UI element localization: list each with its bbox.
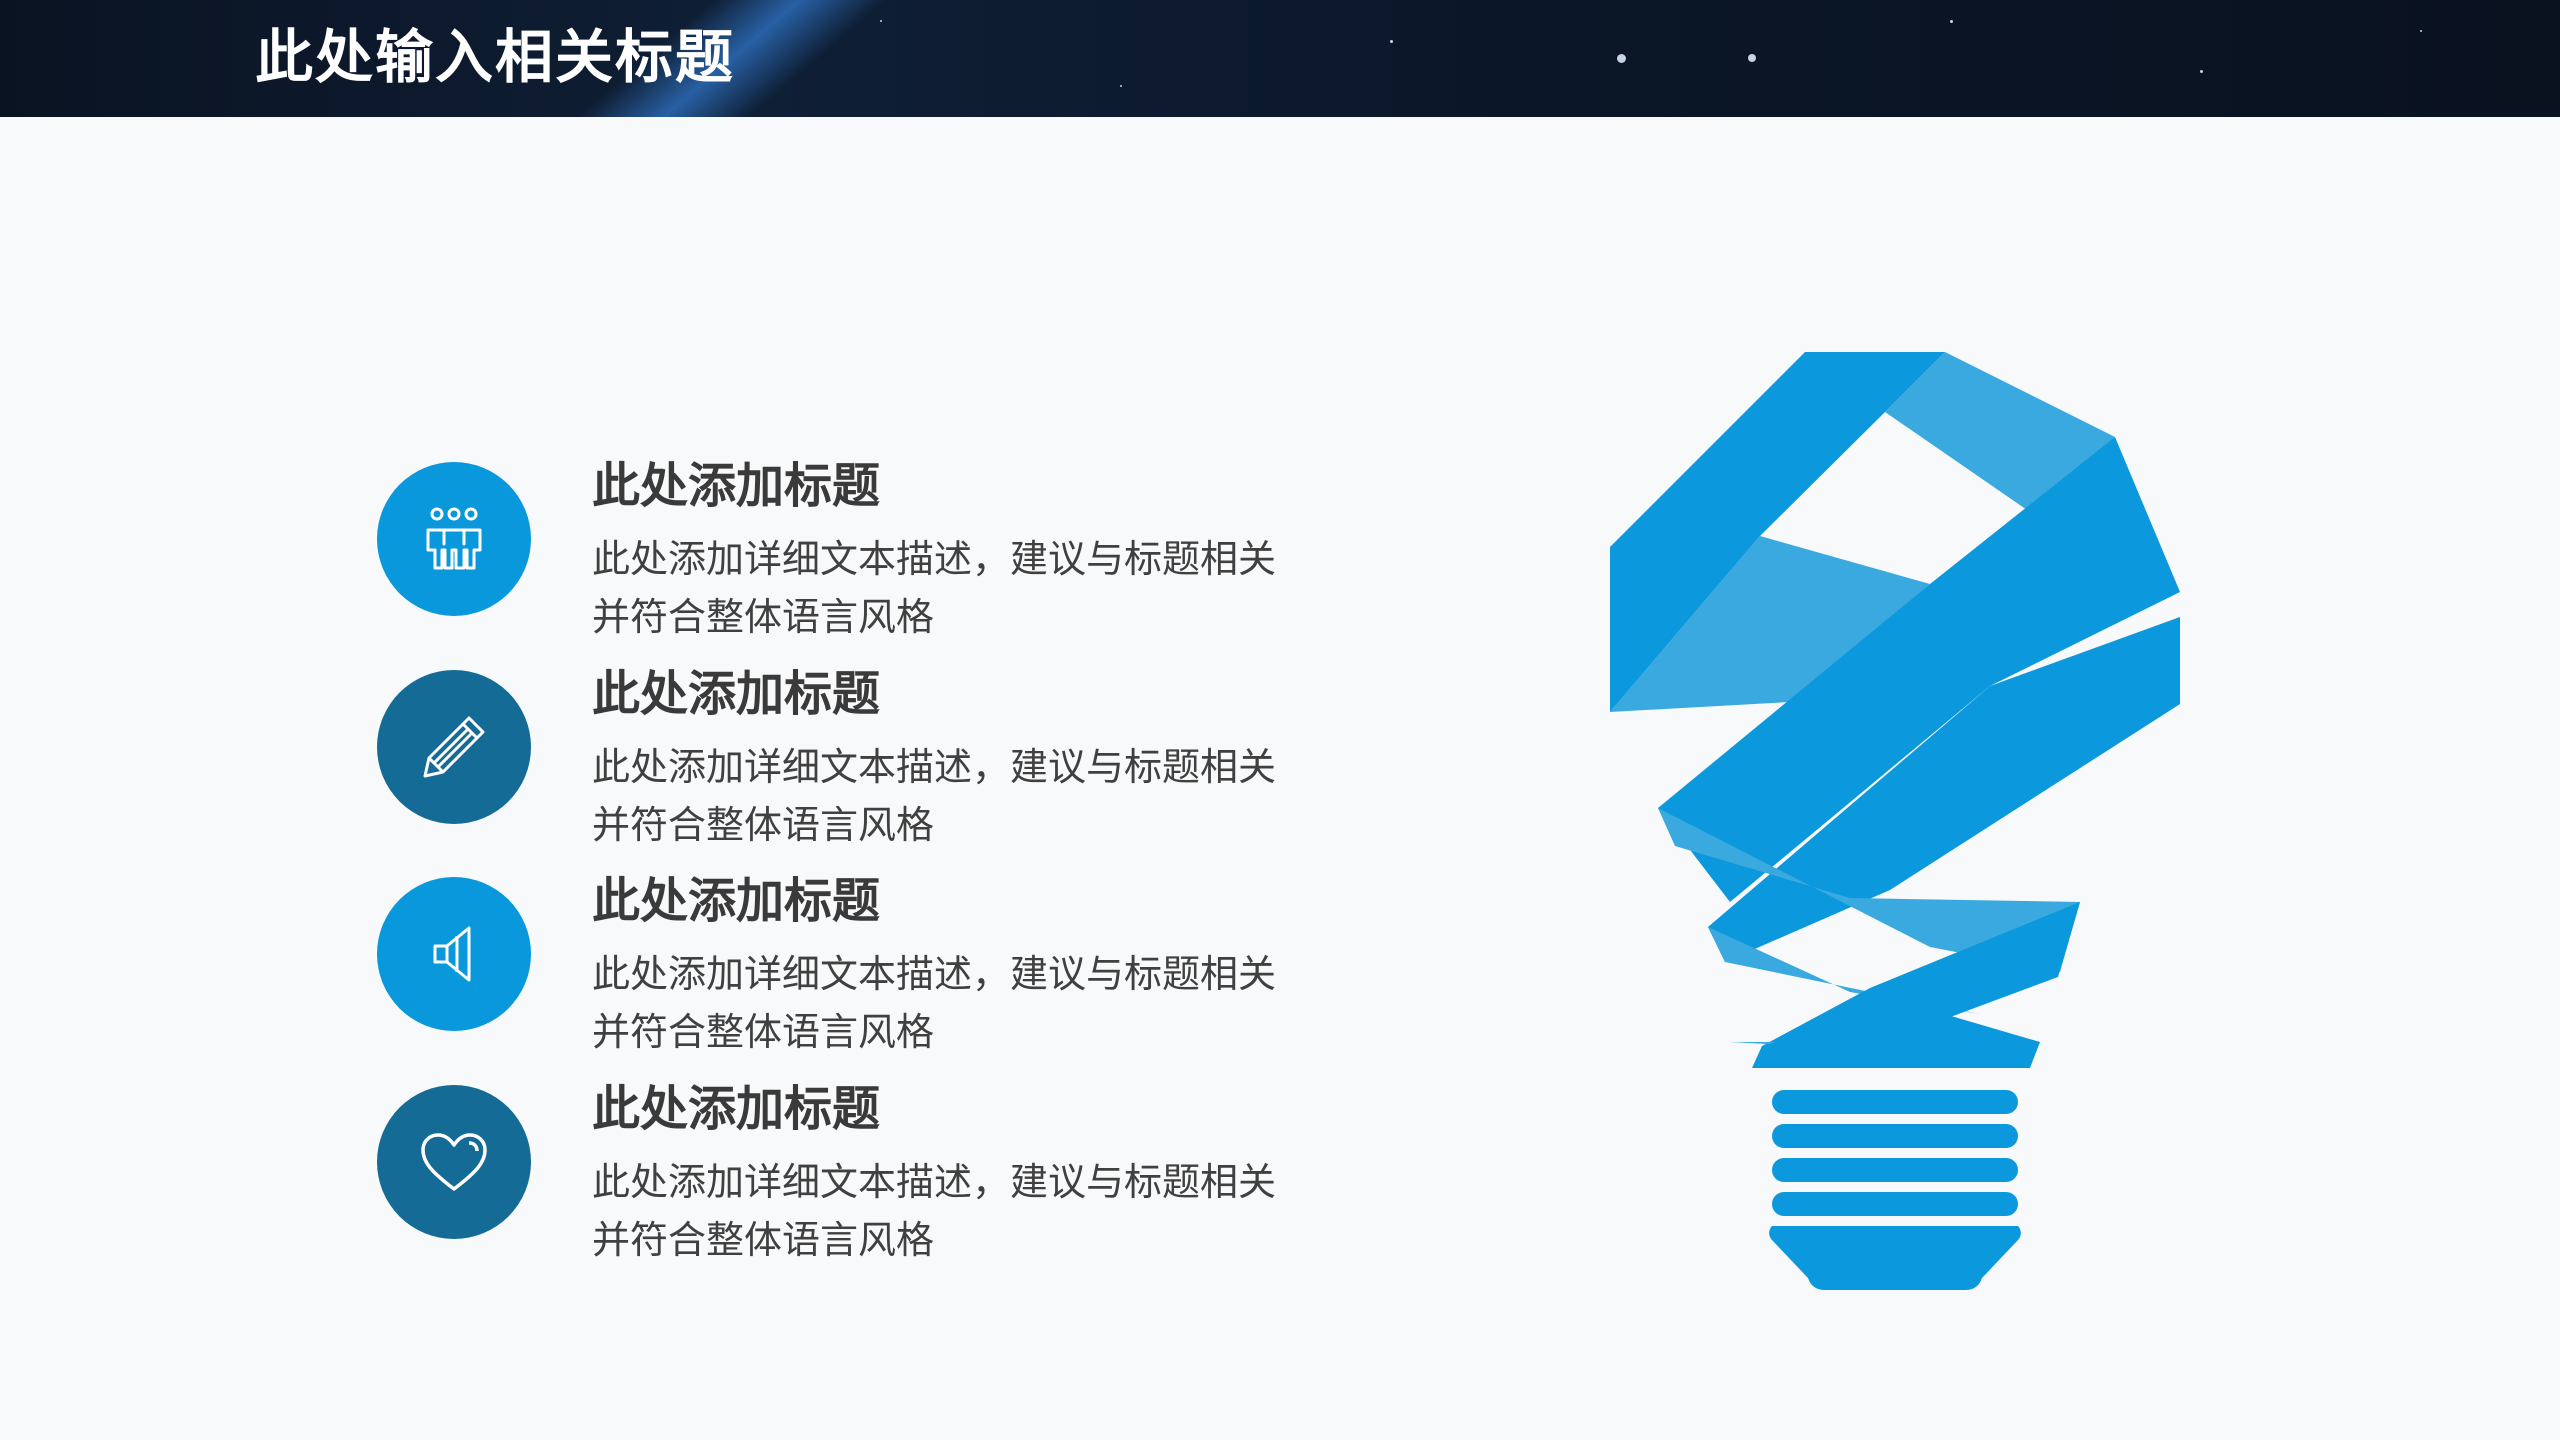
bulb-base-ring bbox=[1772, 1158, 2018, 1182]
icon-circle bbox=[377, 877, 531, 1031]
star-decoration bbox=[2420, 30, 2422, 32]
item-title: 此处添加标题 bbox=[592, 873, 881, 929]
list-item: 此处添加标题 此处添加详细文本描述，建议与标题相关并符合整体语言风格 bbox=[377, 873, 1377, 1077]
bulb-base-ring bbox=[1772, 1090, 2018, 1114]
star-decoration bbox=[1390, 40, 1393, 43]
star-decoration bbox=[880, 20, 882, 22]
item-title: 此处添加标题 bbox=[592, 666, 881, 722]
lightbulb-illustration bbox=[1610, 352, 2180, 1290]
star-decoration bbox=[1748, 54, 1756, 62]
list-item: 此处添加标题 此处添加详细文本描述，建议与标题相关并符合整体语言风格 bbox=[377, 1081, 1377, 1285]
icon-circle bbox=[377, 670, 531, 824]
item-description: 此处添加详细文本描述，建议与标题相关并符合整体语言风格 bbox=[592, 952, 1277, 1054]
item-description: 此处添加详细文本描述，建议与标题相关并符合整体语言风格 bbox=[592, 1160, 1277, 1262]
icon-circle bbox=[377, 462, 531, 616]
item-title: 此处添加标题 bbox=[592, 458, 881, 514]
star-decoration bbox=[1950, 20, 1953, 23]
speaker-icon bbox=[433, 926, 471, 982]
bulb-base-ring bbox=[1772, 1192, 2018, 1216]
pencil-icon bbox=[423, 716, 485, 778]
list-item: 此处添加标题 此处添加详细文本描述，建议与标题相关并符合整体语言风格 bbox=[377, 666, 1377, 870]
page-title: 此处输入相关标题 bbox=[255, 23, 736, 91]
item-description: 此处添加详细文本描述，建议与标题相关并符合整体语言风格 bbox=[592, 745, 1277, 847]
star-decoration bbox=[1120, 85, 1122, 87]
list-item: 此处添加标题 此处添加详细文本描述，建议与标题相关并符合整体语言风格 bbox=[377, 458, 1377, 662]
item-description: 此处添加详细文本描述，建议与标题相关并符合整体语言风格 bbox=[592, 537, 1277, 639]
heart-icon bbox=[421, 1133, 487, 1191]
slide: 此处输入相关标题 此处添加标题 此处添加详细文本描述，建议与标题相关并符合整体语… bbox=[0, 0, 2560, 1440]
star-decoration bbox=[1617, 54, 1626, 63]
bulb-base-ring bbox=[1772, 1124, 2018, 1148]
header-band: 此处输入相关标题 bbox=[0, 0, 2560, 117]
item-title: 此处添加标题 bbox=[592, 1081, 881, 1137]
bulb-base-cap bbox=[1769, 1226, 2021, 1290]
icon-circle bbox=[377, 1085, 531, 1239]
star-decoration bbox=[2200, 70, 2203, 73]
people-icon bbox=[426, 507, 482, 570]
